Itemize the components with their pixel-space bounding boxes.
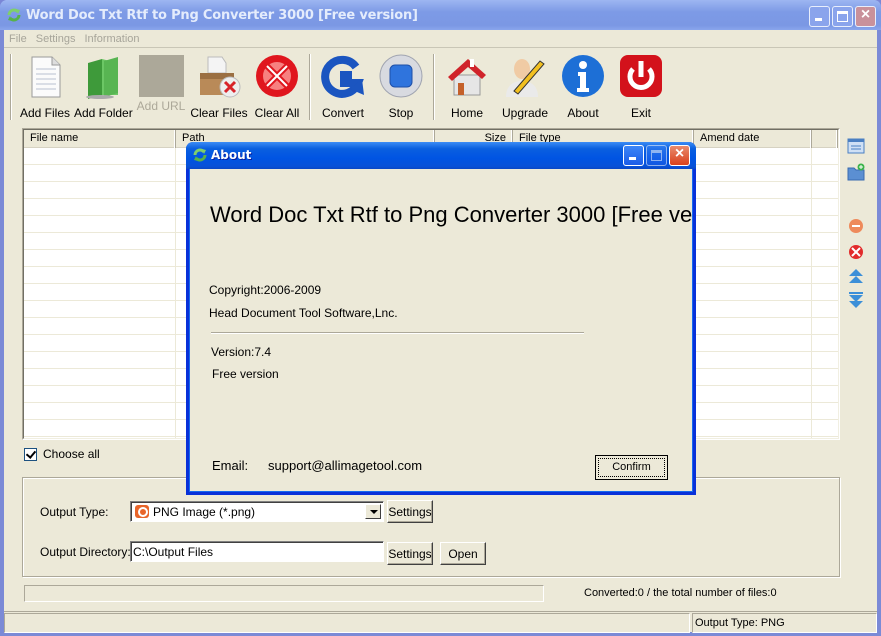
upgrade-label: Upgrade [501, 106, 549, 120]
add-files-label: Add Files [19, 106, 71, 120]
status-left [4, 613, 690, 633]
home-label: Home [450, 106, 483, 120]
column-divider [175, 148, 176, 438]
move-up-icon[interactable] [847, 267, 865, 285]
minimize-button[interactable] [809, 6, 830, 27]
clear-files-button[interactable]: Clear Files [190, 51, 248, 120]
toolbar: Add Files Add Folder Add URL Clear Files… [10, 51, 870, 121]
menu-settings[interactable]: Settings [31, 30, 80, 45]
conversion-counter: Converted:0 / the total number of files:… [584, 587, 777, 599]
box-remove-icon [200, 56, 241, 98]
folder-icon [86, 57, 118, 99]
output-type-settings-button[interactable]: Settings [387, 500, 433, 523]
minimize-icon [815, 18, 822, 21]
upgrade-button[interactable]: Upgrade [496, 51, 554, 120]
clear-all-label: Clear All [254, 106, 300, 120]
menu-bar: File Settings Information [4, 30, 877, 48]
status-bar: Output Type: PNG [4, 611, 877, 633]
about-label: About [567, 106, 599, 120]
about-company: Head Document Tool Software,Lnc. [209, 306, 398, 320]
toolbar-separator [309, 54, 311, 120]
maximize-icon [837, 11, 848, 22]
exit-button[interactable]: Exit [612, 51, 670, 120]
about-email-label: Email: [212, 458, 249, 473]
output-directory-settings-button[interactable]: Settings [387, 542, 433, 565]
dropdown-arrow-icon[interactable] [365, 504, 381, 519]
main-title-bar[interactable]: Word Doc Txt Rtf to Png Converter 3000 [… [0, 0, 881, 30]
red-x-circle-icon [256, 55, 298, 97]
move-down-icon[interactable] [847, 291, 865, 309]
remove-icon[interactable] [847, 217, 865, 235]
output-type-label: Output Type: [40, 505, 109, 519]
clear-icon[interactable] [847, 243, 865, 261]
minimize-icon [629, 157, 636, 160]
add-url-label: Add URL [136, 99, 186, 113]
user-pencil-icon [506, 59, 545, 97]
maximize-icon [651, 150, 662, 161]
stop-button[interactable]: Stop [372, 51, 430, 120]
column-amend-date[interactable]: Amend date [694, 130, 812, 148]
about-body: Word Doc Txt Rtf to Png Converter 3000 [… [189, 169, 693, 492]
choose-all-label: Choose all [43, 447, 100, 461]
maximize-button[interactable] [832, 6, 853, 27]
close-icon: × [674, 145, 685, 162]
stop-label: Stop [388, 106, 414, 120]
exit-label: Exit [630, 106, 651, 120]
output-type-select[interactable]: PNG Image (*.png) [130, 501, 384, 522]
close-icon: × [860, 6, 871, 23]
column-extra[interactable] [812, 130, 838, 148]
app-refresh-icon [7, 8, 21, 22]
about-button[interactable]: About [554, 51, 612, 120]
clear-all-button[interactable]: Clear All [248, 51, 306, 120]
menu-information[interactable]: Information [79, 30, 143, 45]
about-title: About [211, 148, 252, 162]
home-icon [448, 59, 486, 96]
about-dialog: About × Word Doc Txt Rtf to Png Converte… [186, 142, 696, 495]
window-title: Word Doc Txt Rtf to Png Converter 3000 [… [26, 8, 418, 23]
checkbox-checked-icon[interactable] [24, 447, 37, 461]
app-refresh-icon [193, 148, 207, 162]
convert-label: Convert [321, 106, 365, 120]
list-view-icon[interactable] [847, 137, 865, 155]
info-icon [562, 55, 604, 97]
stop-icon [379, 54, 423, 98]
column-file-name[interactable]: File name [24, 130, 176, 148]
open-button[interactable]: Open [440, 542, 486, 565]
document-icon [31, 56, 61, 98]
add-files-button[interactable]: Add Files [16, 51, 74, 120]
add-folder-label: Add Folder [74, 106, 133, 120]
confirm-button[interactable]: Confirm [595, 455, 668, 480]
convert-button[interactable]: Convert [314, 51, 372, 120]
about-maximize-button [646, 145, 667, 166]
output-directory-label: Output Directory: [40, 545, 131, 559]
about-version: Version:7.4 [211, 345, 272, 359]
url-placeholder-icon [138, 55, 184, 97]
about-product-name: Word Doc Txt Rtf to Png Converter 3000 [… [210, 202, 693, 227]
menu-file[interactable]: File [4, 30, 31, 45]
about-minimize-button[interactable] [623, 145, 644, 166]
home-button[interactable]: Home [438, 51, 496, 120]
output-directory-input[interactable]: C:\Output Files [130, 541, 384, 562]
add-url-button[interactable]: Add URL [132, 51, 190, 113]
status-output-type: Output Type: PNG [692, 613, 877, 633]
about-close-button[interactable]: × [669, 145, 690, 166]
about-email[interactable]: support@allimagetool.com [268, 458, 422, 473]
clear-files-label: Clear Files [190, 106, 248, 120]
convert-arrow-icon [321, 55, 364, 98]
add-folder-icon[interactable] [847, 163, 865, 181]
toolbar-separator [433, 54, 435, 120]
about-title-bar[interactable]: About × [186, 142, 696, 169]
close-button[interactable]: × [855, 6, 876, 27]
column-divider [811, 148, 812, 438]
output-type-value: PNG Image (*.png) [153, 505, 256, 519]
about-edition: Free version [212, 367, 279, 381]
camera-icon [135, 505, 149, 518]
toolbar-grip[interactable] [10, 54, 12, 120]
progress-bar [24, 585, 544, 602]
about-separator [211, 332, 584, 334]
add-folder-button[interactable]: Add Folder [74, 51, 133, 120]
power-icon [620, 55, 662, 97]
about-copyright: Copyright:2006-2009 [209, 283, 322, 297]
choose-all-checkbox[interactable]: Choose all [24, 447, 100, 461]
